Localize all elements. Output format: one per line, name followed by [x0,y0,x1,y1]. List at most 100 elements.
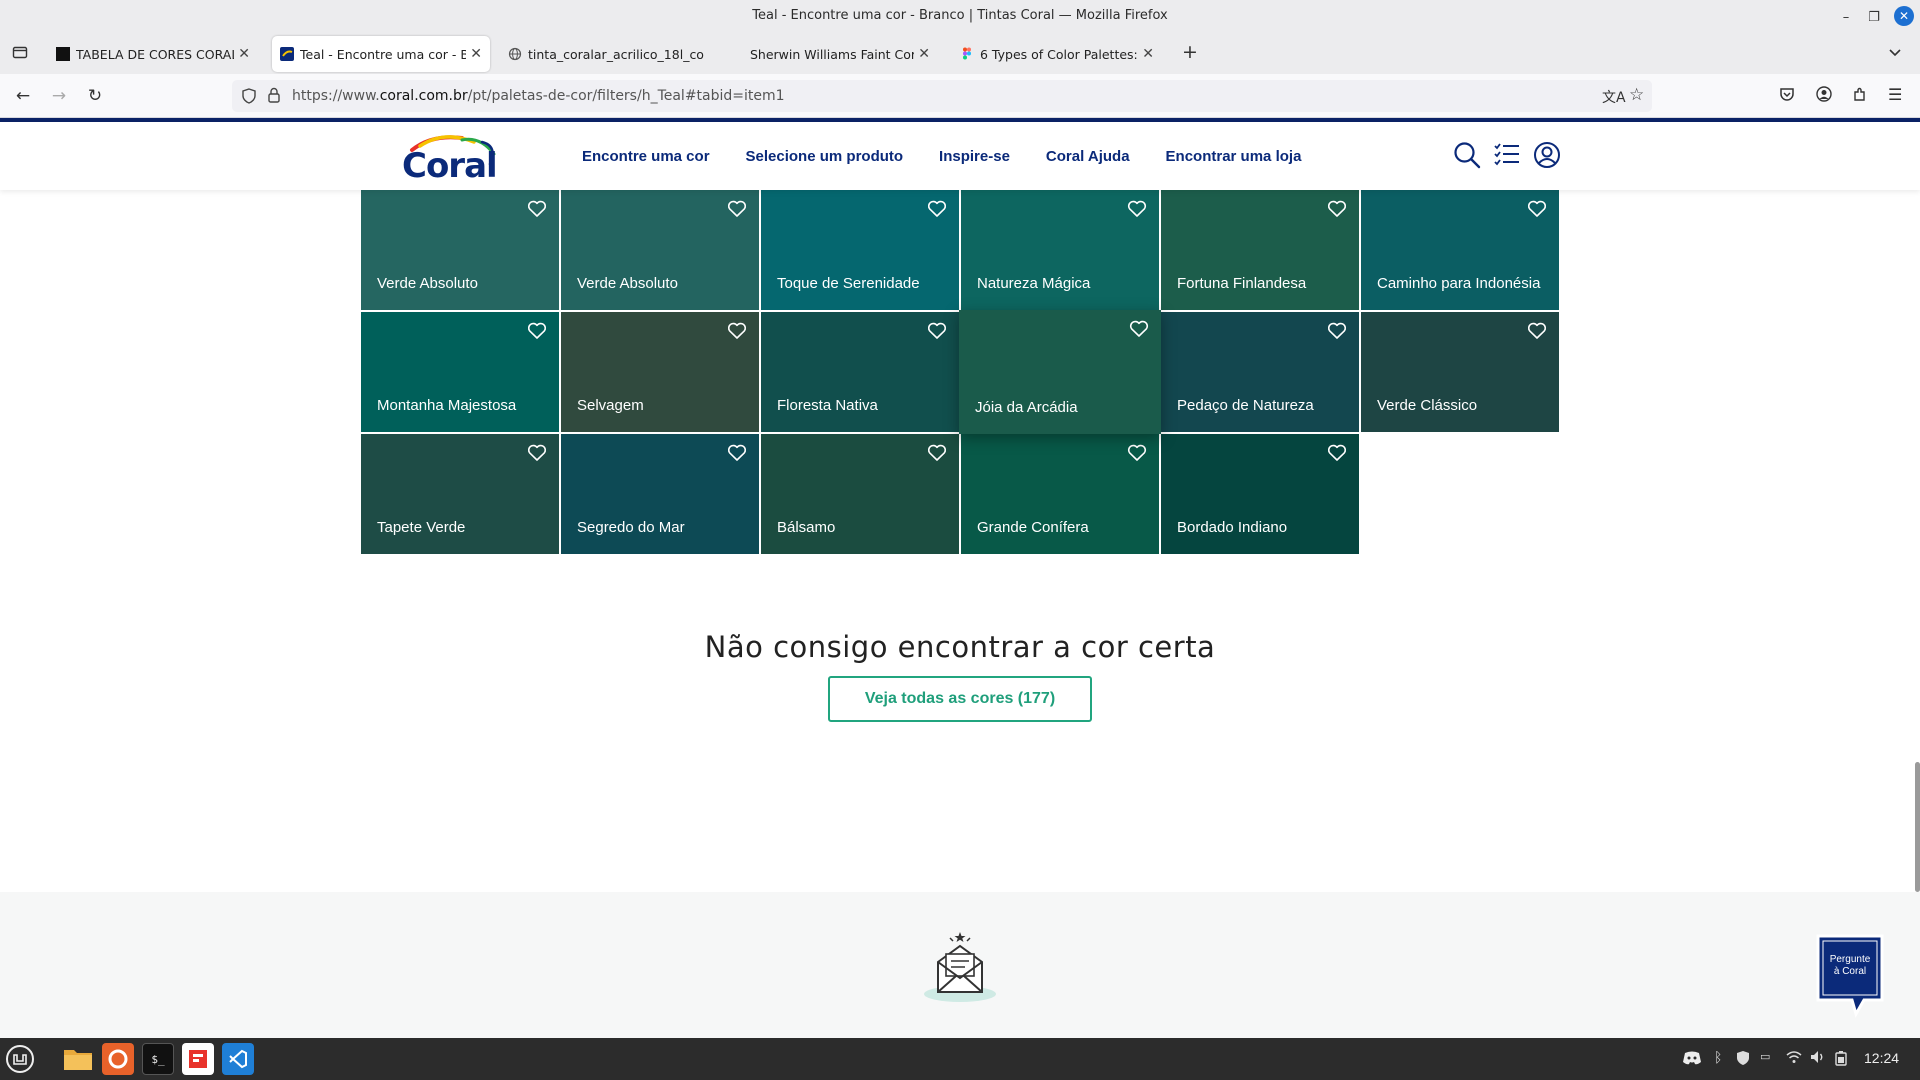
coral-favicon-icon [280,47,294,61]
heart-favorite-icon[interactable] [1327,200,1347,218]
user-account-icon[interactable] [1532,140,1562,170]
close-tab-icon[interactable]: ✕ [470,46,482,62]
color-swatch[interactable]: Bordado Indiano [1161,434,1359,554]
foliate-reader-icon[interactable] [182,1043,214,1075]
url-bar[interactable]: https://www.coral.com.br/pt/paletas-de-c… [232,80,1652,112]
discord-icon[interactable] [1682,1050,1702,1070]
url-text[interactable]: https://www.coral.com.br/pt/paletas-de-c… [292,88,785,104]
bluetooth-icon[interactable]: ᛒ [1714,1050,1722,1066]
shield-update-icon[interactable] [1736,1050,1750,1070]
heart-favorite-icon[interactable] [527,444,547,462]
favicon-icon [56,47,70,61]
color-swatch[interactable]: Montanha Majestosa [361,312,559,432]
pergunte-a-coral-chat-button[interactable]: Pergunte à Coral [1814,932,1886,1018]
terminal-icon[interactable]: $_ [142,1043,174,1075]
pocket-icon[interactable] [1779,86,1795,106]
heart-favorite-icon[interactable] [1527,322,1547,340]
close-tab-icon[interactable]: ✕ [238,46,250,62]
color-swatch[interactable]: Bálsamo [761,434,959,554]
firefox-icon[interactable] [102,1043,134,1075]
color-swatch[interactable]: Tapete Verde [361,434,559,554]
heart-favorite-icon[interactable] [927,200,947,218]
swatch-name: Verde Absoluto [377,275,478,292]
chevron-down-icon[interactable] [1888,44,1902,63]
swatch-name: Fortuna Finlandesa [1177,275,1307,292]
heart-favorite-icon[interactable] [1327,322,1347,340]
color-swatch[interactable]: Caminho para Indonésia [1361,190,1559,310]
maximize-button[interactable]: ❐ [1862,6,1886,28]
heart-favorite-icon[interactable] [1127,200,1147,218]
heart-favorite-icon[interactable] [527,200,547,218]
tab-teal-active[interactable]: Teal - Encontre uma cor - Bra ✕ [272,36,490,72]
tab-label: 6 Types of Color Palettes: Do [980,46,1138,62]
coral-logo[interactable]: Coral [402,132,502,186]
heart-favorite-icon[interactable] [927,444,947,462]
network-wired-icon[interactable]: ▭ [1760,1050,1770,1063]
shield-icon[interactable] [242,88,256,108]
account-icon[interactable] [1816,86,1832,106]
minimize-button[interactable]: – [1834,6,1858,28]
hamburger-menu-icon[interactable]: ☰ [1888,85,1902,104]
extensions-icon[interactable] [1852,86,1868,106]
color-swatch[interactable]: Verde Absoluto [561,190,759,310]
translate-icon[interactable]: 文A [1602,87,1626,107]
globe-icon [508,47,522,61]
nav-inspire-se[interactable]: Inspire-se [939,148,1010,165]
tab-label: tinta_coralar_acrilico_18l_co [528,46,704,62]
scrollbar-thumb[interactable] [1915,762,1920,892]
heart-favorite-icon[interactable] [1127,444,1147,462]
heart-favorite-icon[interactable] [727,322,747,340]
new-tab-icon[interactable]: + [1182,41,1198,63]
taskbar-clock[interactable]: 12:24 [1864,1050,1899,1066]
tab-tinta-coralar[interactable]: tinta_coralar_acrilico_18l_co [500,36,712,72]
color-swatch[interactable]: Verde Absoluto [361,190,559,310]
heart-favorite-icon[interactable] [927,322,947,340]
color-swatch[interactable]: Toque de Serenidade [761,190,959,310]
linux-mint-menu-icon[interactable] [4,1043,36,1075]
heart-favorite-icon[interactable] [727,444,747,462]
back-arrow-icon[interactable]: ← [10,84,36,108]
nav-encontrar-uma-loja[interactable]: Encontrar uma loja [1166,148,1302,165]
tab-sherwin-williams[interactable]: Sherwin Williams Faint Coral ✕ [742,36,938,72]
lock-icon[interactable] [268,87,280,107]
vscode-icon[interactable] [222,1043,254,1075]
color-swatch[interactable]: Pedaço de Natureza [1161,312,1359,432]
heart-favorite-icon[interactable] [1129,320,1149,338]
tab-tabela-de-cores[interactable]: TABELA DE CORES CORAL – ✕ [48,36,258,72]
close-tab-icon[interactable]: ✕ [918,46,930,62]
newsletter-section [0,892,1920,1038]
volume-icon[interactable] [1810,1050,1826,1068]
bookmark-star-icon[interactable]: ☆ [1629,85,1644,105]
files-folder-icon[interactable] [62,1043,94,1075]
heart-favorite-icon[interactable] [1327,444,1347,462]
color-swatch[interactable]: Segredo do Mar [561,434,759,554]
swatch-name: Bálsamo [777,519,836,536]
see-all-colors-button[interactable]: Veja todas as cores (177) [828,676,1092,722]
swatch-name: Floresta Nativa [777,397,878,414]
forward-arrow-icon[interactable]: → [46,84,72,108]
heart-favorite-icon[interactable] [727,200,747,218]
nav-selecione-um-produto[interactable]: Selecione um produto [746,148,904,165]
color-swatch[interactable]: Selvagem [561,312,759,432]
battery-icon[interactable] [1834,1050,1848,1070]
close-tab-icon[interactable]: ✕ [1142,46,1154,62]
color-swatch[interactable]: Floresta Nativa [761,312,959,432]
heart-favorite-icon[interactable] [1527,200,1547,218]
wifi-icon[interactable] [1786,1050,1802,1068]
tab-strip: TABELA DE CORES CORAL – ✕ Teal - Encontr… [0,34,1920,74]
main-nav: Encontre uma cor Selecione um produto In… [582,148,1337,165]
checklist-icon[interactable] [1492,140,1522,170]
color-swatch[interactable]: Verde Clássico [1361,312,1559,432]
tab-color-palettes[interactable]: 6 Types of Color Palettes: Do ✕ [952,36,1162,72]
color-swatch[interactable]: Natureza Mágica [961,190,1159,310]
color-swatch[interactable]: Fortuna Finlandesa [1161,190,1359,310]
heart-favorite-icon[interactable] [527,322,547,340]
nav-coral-ajuda[interactable]: Coral Ajuda [1046,148,1130,165]
search-icon[interactable] [1452,140,1482,170]
color-swatch[interactable]: Grande Conífera [961,434,1159,554]
nav-encontre-uma-cor[interactable]: Encontre uma cor [582,148,710,165]
tab-list-icon[interactable] [12,44,28,64]
reload-icon[interactable]: ↻ [82,84,108,108]
close-window-button[interactable]: ✕ [1894,6,1914,26]
color-swatch[interactable]: Jóia da Arcádia [959,310,1161,434]
